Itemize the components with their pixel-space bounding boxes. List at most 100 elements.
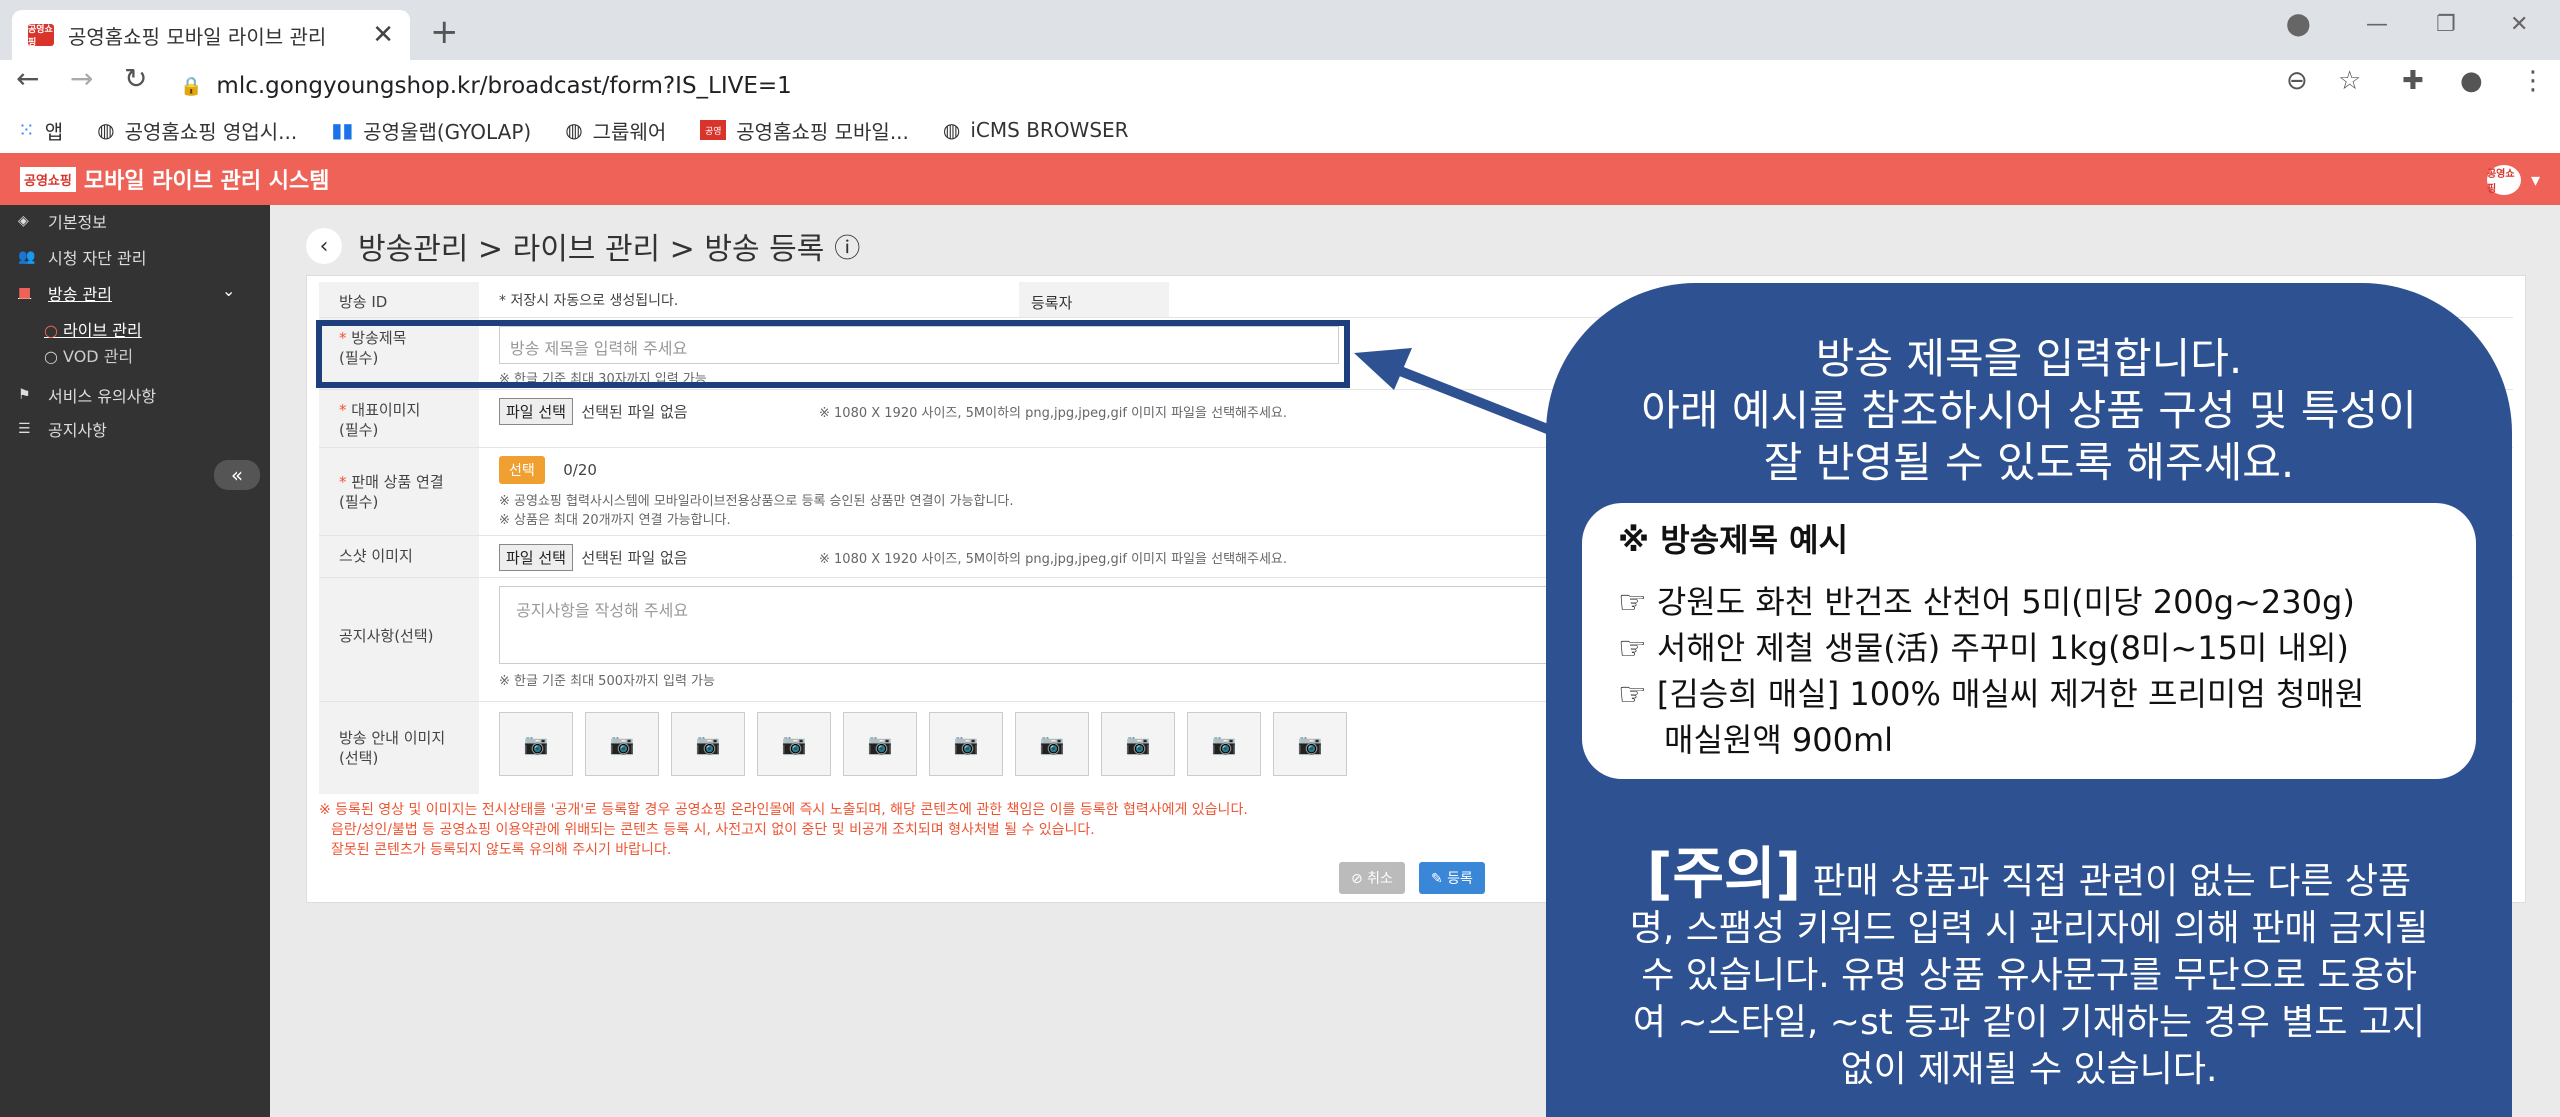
globe-icon: ◍ xyxy=(565,118,583,142)
bullet-icon: ○ xyxy=(44,347,64,366)
product-select-button[interactable]: 선택 xyxy=(499,456,545,484)
back-icon[interactable]: ← xyxy=(16,62,39,95)
sidebar-item-broadcast[interactable]: ■ 방송 관리 xyxy=(18,281,112,305)
example-item: ☞ [김승희 매실] 100% 매실씨 제거한 프리미엄 청매원 xyxy=(1618,675,2365,713)
app-logo[interactable]: 공영쇼핑 xyxy=(20,166,76,192)
collapse-sidebar-button[interactable]: « xyxy=(214,460,260,490)
help-icon[interactable]: ⓘ xyxy=(834,228,860,265)
user-menu[interactable]: 공영쇼핑 ▾ xyxy=(2486,165,2540,195)
rep-image-file-status: 선택된 파일 없음 xyxy=(581,403,688,421)
sidebar-item-service-notes[interactable]: ⚑ 서비스 유의사항 xyxy=(18,383,156,407)
camera-icon[interactable]: 📷 xyxy=(1187,712,1261,776)
rep-image-hint: ※ 1080 X 1920 사이즈, 5M이하의 png,jpg,jpeg,gi… xyxy=(819,406,1287,421)
profile-dropdown-icon[interactable]: ⬤ xyxy=(2286,12,2311,37)
maximize-icon[interactable]: ❐ xyxy=(2436,12,2456,37)
caution-text: [주의] 판매 상품과 직접 관련이 없는 다른 상품명, 스팸성 키워드 입력… xyxy=(1626,847,2432,1093)
bookmark-label: 공영울랩(GYOLAP) xyxy=(363,119,532,144)
product-count: 0/20 xyxy=(563,461,597,479)
camera-icon[interactable]: 📷 xyxy=(757,712,831,776)
list-icon: ☰ xyxy=(18,421,31,437)
example-item: ☞ 강원도 화천 반건조 산천어 5미(미당 200g~230g) xyxy=(1618,583,2355,621)
product-label-cell: * 판매 상품 연결 (필수) xyxy=(319,448,479,535)
zoom-icon[interactable]: ⊖ xyxy=(2286,66,2308,96)
registrant-label: 등록자 xyxy=(1019,282,1169,317)
rep-image-label-cell: * 대표이미지 (필수) xyxy=(319,390,479,447)
bookmark-sales[interactable]: ◍ 공영홈쇼핑 영업시... xyxy=(97,116,297,145)
sidebar-sub-vod[interactable]: ○ VOD 관리 xyxy=(44,343,133,367)
bookmark-label: 그룹웨어 xyxy=(592,119,667,144)
bookmarks-bar: ⁙ 앱 ◍ 공영홈쇼핑 영업시... ▮▮ 공영울랩(GYOLAP) ◍ 그룹웨어 공영… xyxy=(0,110,2560,150)
url-host: mlc.gongyoungshop.kr xyxy=(216,73,480,99)
menu-icon[interactable]: ⋮ xyxy=(2520,66,2546,96)
browser-tab[interactable]: 공영쇼핑 공영홈쇼핑 모바일 라이브 관리 ✕ xyxy=(12,10,410,60)
product-required: (필수) xyxy=(339,493,379,511)
users-icon: 👥 xyxy=(18,249,36,265)
camera-icon[interactable]: 📷 xyxy=(1273,712,1347,776)
sidebar-item-block-viewers[interactable]: 👥 시청 자단 관리 xyxy=(18,245,147,269)
guide-image-optional: (선택) xyxy=(339,749,379,767)
chevron-down-icon[interactable]: ⌄ xyxy=(222,281,235,300)
registration-notice-line: 음란/성인/불법 등 공영쇼핑 이용약관에 위배되는 콘텐츠 등록 시, 사전고… xyxy=(331,822,1095,838)
camera-icon[interactable]: 📷 xyxy=(929,712,1003,776)
shot-image-hint: ※ 1080 X 1920 사이즈, 5M이하의 png,jpg,jpeg,gi… xyxy=(819,552,1287,567)
example-item: 매실원액 900ml xyxy=(1664,721,1894,759)
sidebar-sub-live[interactable]: ○ 라이브 관리 xyxy=(44,317,142,341)
camera-icon[interactable]: 📷 xyxy=(585,712,659,776)
window-close-icon[interactable]: ✕ xyxy=(2510,12,2528,37)
tab-title: 공영홈쇼핑 모바일 라이브 관리 xyxy=(68,24,327,49)
guide-image-label-cell: 방송 안내 이미지 (선택) xyxy=(319,702,479,794)
minimize-icon[interactable]: — xyxy=(2366,12,2388,37)
instruction-callout: 방송 제목을 입력합니다. 아래 예시를 참조하시어 상품 구성 및 특성이 잘… xyxy=(1546,283,2512,1117)
bookmark-gyolap[interactable]: ▮▮ 공영울랩(GYOLAP) xyxy=(331,116,531,145)
bookmark-apps[interactable]: ⁙ 앱 xyxy=(18,116,63,145)
bookmark-label: iCMS BROWSER xyxy=(970,118,1129,142)
sidebar-item-label: 시청 자단 관리 xyxy=(48,249,147,268)
bullet-icon: ○ xyxy=(44,321,64,340)
app-title: 모바일 라이브 관리 시스템 xyxy=(83,169,330,194)
browser-tab-bar: 공영쇼핑 공영홈쇼핑 모바일 라이브 관리 ✕ + ⬤ — ❐ ✕ xyxy=(0,0,2560,60)
address-bar[interactable]: 🔒 mlc.gongyoungshop.kr /broadcast/form?I… xyxy=(180,64,2320,108)
rep-image-file-button[interactable]: 파일 선택 xyxy=(499,398,573,425)
callout-line: 방송 제목을 입력합니다. xyxy=(1815,334,2243,383)
cancel-button[interactable]: ⊘ 취소 xyxy=(1339,862,1405,894)
profile-icon[interactable]: ● xyxy=(2460,66,2483,96)
camera-icon[interactable]: 📷 xyxy=(499,712,573,776)
sidebar-item-label: 기본정보 xyxy=(48,213,107,232)
shot-image-file-status: 선택된 파일 없음 xyxy=(581,549,688,567)
breadcrumb: ‹ 방송관리 > 라이브 관리 > 방송 등록 ⓘ xyxy=(306,224,860,268)
bookmark-mobile[interactable]: 공영 공영홈쇼핑 모바일... xyxy=(700,116,909,145)
camera-icon[interactable]: 📷 xyxy=(1015,712,1089,776)
new-tab-button[interactable]: + xyxy=(430,12,459,52)
globe-icon: ◍ xyxy=(97,118,115,142)
close-tab-icon[interactable]: ✕ xyxy=(372,20,394,50)
rep-image-label: 대표이미지 xyxy=(351,401,421,419)
guide-image-label: 방송 안내 이미지 xyxy=(339,729,446,747)
reload-icon[interactable]: ↻ xyxy=(124,62,147,95)
globe-icon: ◍ xyxy=(942,118,961,142)
video-icon: ■ xyxy=(18,285,32,301)
sidebar-item-basic-info[interactable]: ◈ 기본정보 xyxy=(18,209,107,233)
registration-notice-line: 잘못된 콘텐츠가 등록되지 않도록 유의해 주시기 바랍니다. xyxy=(331,842,672,858)
shot-image-label: 스샷 이미지 xyxy=(319,536,479,577)
example-item: ☞ 서해안 제철 생물(活) 주꾸미 1kg(8미~15미 내외) xyxy=(1618,629,2349,667)
star-icon[interactable]: ☆ xyxy=(2338,66,2361,96)
bookmark-groupware[interactable]: ◍ 그룹웨어 xyxy=(565,116,666,145)
extensions-icon[interactable]: ✚ xyxy=(2402,66,2424,96)
shot-image-file-button[interactable]: 파일 선택 xyxy=(499,544,573,571)
notice-label: 공지사항(선택) xyxy=(319,578,479,701)
bookmark-label: 공영홈쇼핑 영업시... xyxy=(124,119,298,144)
camera-icon[interactable]: 📷 xyxy=(843,712,917,776)
sidebar-item-notices[interactable]: ☰ 공지사항 xyxy=(18,417,107,441)
camera-icon[interactable]: 📷 xyxy=(1101,712,1175,776)
bookmark-icms[interactable]: ◍ iCMS BROWSER xyxy=(943,118,1129,142)
save-button[interactable]: ✎ 등록 xyxy=(1419,862,1485,894)
camera-icon[interactable]: 📷 xyxy=(671,712,745,776)
sidebar-item-label: 공지사항 xyxy=(48,421,107,440)
forward-icon[interactable]: → xyxy=(70,62,93,95)
rep-image-required: (필수) xyxy=(339,421,379,439)
user-avatar-icon: 공영쇼핑 xyxy=(2486,165,2521,195)
lock-icon: 🔒 xyxy=(180,75,203,97)
back-chevron-icon[interactable]: ‹ xyxy=(306,228,342,264)
caret-down-icon: ▾ xyxy=(2530,169,2540,191)
title-highlight-box xyxy=(316,320,1350,388)
